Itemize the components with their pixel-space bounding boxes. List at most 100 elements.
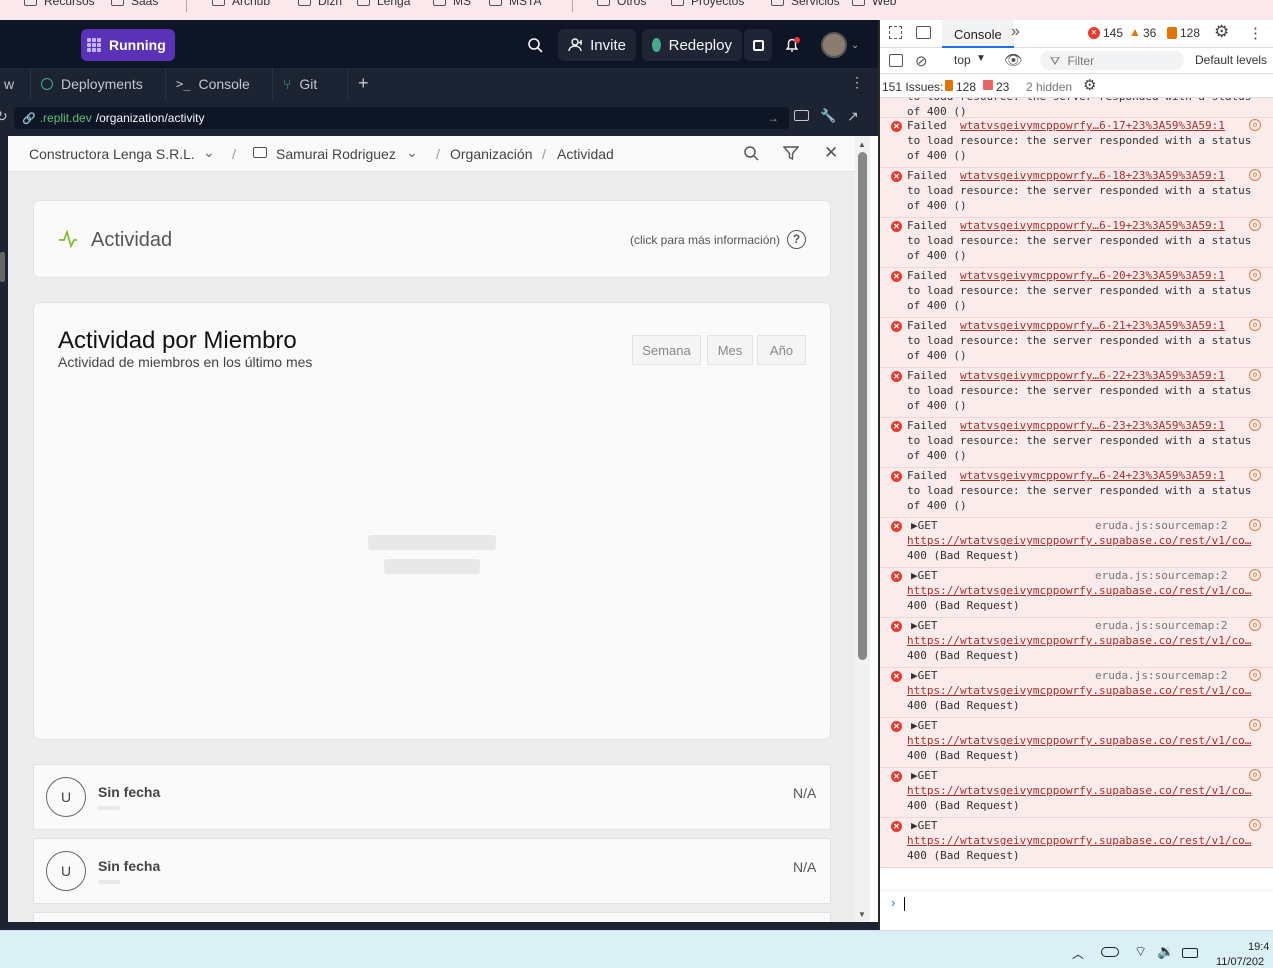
issues-info-icon[interactable] <box>983 80 993 90</box>
arrow-right-icon[interactable]: → <box>767 111 779 125</box>
request-url[interactable]: https://wtatvsgeivymcppowrfy.supabase.co… <box>907 633 1251 648</box>
period-year-button[interactable]: Año <box>757 335 806 365</box>
source-icon[interactable]: ⚙ <box>1249 519 1261 531</box>
get-method[interactable]: ▶GET <box>911 668 938 683</box>
help-icon[interactable]: ? <box>787 230 806 249</box>
chevron-up-icon[interactable]: ︿ <box>1072 945 1084 962</box>
filter-input[interactable]: ⛛ Filter <box>1040 51 1184 70</box>
info-count[interactable]: 128 <box>1180 26 1200 40</box>
more-icon[interactable]: ⋮ <box>850 74 864 91</box>
request-url[interactable]: https://wtatvsgeivymcppowrfy.supabase.co… <box>907 683 1251 698</box>
source-link[interactable]: eruda.js:sourcemap:2 <box>1095 568 1227 583</box>
gear-icon[interactable]: ⚙ <box>1083 76 1096 94</box>
source-icon[interactable]: ⚙ <box>1249 119 1261 131</box>
bookmark-item[interactable]: Dizn <box>298 0 342 8</box>
resource-link[interactable]: wtatvsgeivymcppowrfy…6-18+23%3A59%3A59:1 <box>960 169 1225 182</box>
invite-button[interactable]: Invite <box>558 29 636 61</box>
breadcrumb-project[interactable]: Samurai Rodriguez <box>276 146 396 162</box>
clock-time[interactable]: 19:4 <box>1248 941 1269 953</box>
add-tab-icon[interactable]: + <box>358 73 369 94</box>
source-icon[interactable]: ⚙ <box>1249 769 1261 781</box>
chevron-down-icon[interactable]: ⌄ <box>203 144 215 161</box>
tab-console-devtools[interactable]: Console <box>942 20 1014 48</box>
warning-icon[interactable]: ▲ <box>1129 25 1141 39</box>
source-icon[interactable]: ⚙ <box>1249 569 1261 581</box>
url-field[interactable]: 🔗 .replit.dev/organization/activity → <box>14 107 789 129</box>
clear-console-icon[interactable]: ⊘ <box>915 52 928 70</box>
resource-link[interactable]: wtatvsgeivymcppowrfy…6-20+23%3A59%3A59:1 <box>960 269 1225 282</box>
source-icon[interactable]: ⚙ <box>1249 719 1261 731</box>
source-icon[interactable]: ⚙ <box>1249 419 1261 431</box>
gear-icon[interactable]: ⚙ <box>1214 22 1229 42</box>
scrollbar-thumb[interactable] <box>858 152 867 660</box>
error-count[interactable]: 145 <box>1103 26 1123 40</box>
get-method[interactable]: ▶GET <box>911 518 938 533</box>
source-icon[interactable]: ⚙ <box>1249 669 1261 681</box>
bookmark-item[interactable]: Archub <box>212 0 270 8</box>
wifi-icon[interactable]: ⌔ <box>1134 943 1147 961</box>
chevron-down-icon[interactable]: ⌄ <box>406 144 418 161</box>
source-icon[interactable]: ⚙ <box>1249 319 1261 331</box>
redeploy-menu-button[interactable] <box>744 29 772 61</box>
get-method[interactable]: ▶GET <box>911 818 938 833</box>
scroll-down-arrow[interactable]: ▼ <box>858 910 866 919</box>
context-select[interactable]: top <box>954 53 971 67</box>
search-icon[interactable] <box>527 37 543 53</box>
tab-deployments[interactable]: Deployments <box>31 68 166 100</box>
bookmark-item[interactable]: Servicios <box>771 0 840 8</box>
run-button[interactable]: Running <box>81 29 175 61</box>
source-link[interactable]: eruda.js:sourcemap:2 <box>1095 668 1227 683</box>
hidden-count[interactable]: 2 hidden <box>1026 80 1072 94</box>
chevron-down-icon[interactable]: ⌄ <box>851 40 859 51</box>
cloud-icon[interactable] <box>1101 947 1119 957</box>
issues-count-a[interactable]: 128 <box>956 80 976 94</box>
chevron-down-icon[interactable]: ▼ <box>976 53 986 64</box>
source-icon[interactable]: ⚙ <box>1249 619 1261 631</box>
sidebar-toggle-icon[interactable] <box>889 54 903 67</box>
filter-icon[interactable] <box>782 145 800 164</box>
clock-date[interactable]: 11/07/202 <box>1216 956 1264 968</box>
bookmark-item[interactable]: Lenga <box>357 0 410 8</box>
notifications-icon[interactable] <box>784 37 800 53</box>
devices-icon[interactable] <box>794 110 809 121</box>
info-icon[interactable] <box>1167 27 1177 39</box>
bookmark-item[interactable]: Recursos <box>24 0 95 8</box>
resource-link[interactable]: wtatvsgeivymcppowrfy…6-22+23%3A59%3A59:1 <box>960 369 1225 382</box>
get-method[interactable]: ▶GET <box>911 618 938 633</box>
eye-icon[interactable]: 👁 <box>1004 51 1023 69</box>
log-entry[interactable]: ✕ ▶GET eruda.js:sourcemap:2 ⚙ https://wtatvs… <box>880 668 1273 718</box>
period-month-button[interactable]: Mes <box>707 335 753 365</box>
log-levels-select[interactable]: Default levels <box>1195 53 1267 67</box>
source-icon[interactable]: ⚙ <box>1249 269 1261 281</box>
bookmark-item[interactable]: Otros <box>597 0 646 8</box>
resource-link[interactable]: wtatvsgeivymcppowrfy…6-17+23%3A59%3A59:1 <box>960 119 1225 132</box>
source-icon[interactable]: ⚙ <box>1249 169 1261 181</box>
bookmark-item[interactable]: Proyectos <box>671 0 744 8</box>
kebab-menu-icon[interactable]: ⋮ <box>1248 24 1263 42</box>
issues-count-b[interactable]: 23 <box>996 80 1009 94</box>
resource-link[interactable]: wtatvsgeivymcppowrfy…6-19+23%3A59%3A59:1 <box>960 219 1225 232</box>
log-entry[interactable]: ✕ ▶GET eruda.js:sourcemap:2 ⚙ https://wtatvs… <box>880 568 1273 618</box>
resource-link[interactable]: wtatvsgeivymcppowrfy…6-23+23%3A59%3A59:1 <box>960 419 1225 432</box>
scroll-up-arrow[interactable]: ▲ <box>858 140 866 149</box>
warning-count[interactable]: 36 <box>1143 26 1156 40</box>
get-method[interactable]: ▶GET <box>911 718 938 733</box>
request-url[interactable]: https://wtatvsgeivymcppowrfy.supabase.co… <box>907 783 1251 798</box>
tab-git[interactable]: ⑂ Git <box>273 68 348 100</box>
tab-partial[interactable]: w <box>0 68 31 100</box>
console-log[interactable]: to load resource: the server responded w… <box>880 98 1273 890</box>
log-entry[interactable]: ✕ ▶GET ⚙ https://wtatvsgeivymcppowrfy.supab… <box>880 768 1273 818</box>
close-icon[interactable]: ✕ <box>824 143 838 163</box>
source-icon[interactable]: ⚙ <box>1249 469 1261 481</box>
source-link[interactable]: eruda.js:sourcemap:2 <box>1095 518 1227 533</box>
more-tabs-icon[interactable]: » <box>1011 23 1020 41</box>
bookmark-item[interactable]: MSTA <box>489 0 541 8</box>
request-url[interactable]: https://wtatvsgeivymcppowrfy.supabase.co… <box>907 533 1251 548</box>
refresh-icon[interactable]: ↻ <box>0 108 8 125</box>
avatar[interactable] <box>821 32 847 58</box>
log-entry[interactable]: ✕ ▶GET ⚙ https://wtatvsgeivymcppowrfy.supab… <box>880 718 1273 768</box>
log-entry[interactable]: ✕ ▶GET eruda.js:sourcemap:2 ⚙ https://wtatvs… <box>880 618 1273 668</box>
log-entry[interactable]: ✕ ▶GET ⚙ https://wtatvsgeivymcppowrfy.supab… <box>880 818 1273 868</box>
get-method[interactable]: ▶GET <box>911 768 938 783</box>
request-url[interactable]: https://wtatvsgeivymcppowrfy.supabase.co… <box>907 733 1251 748</box>
